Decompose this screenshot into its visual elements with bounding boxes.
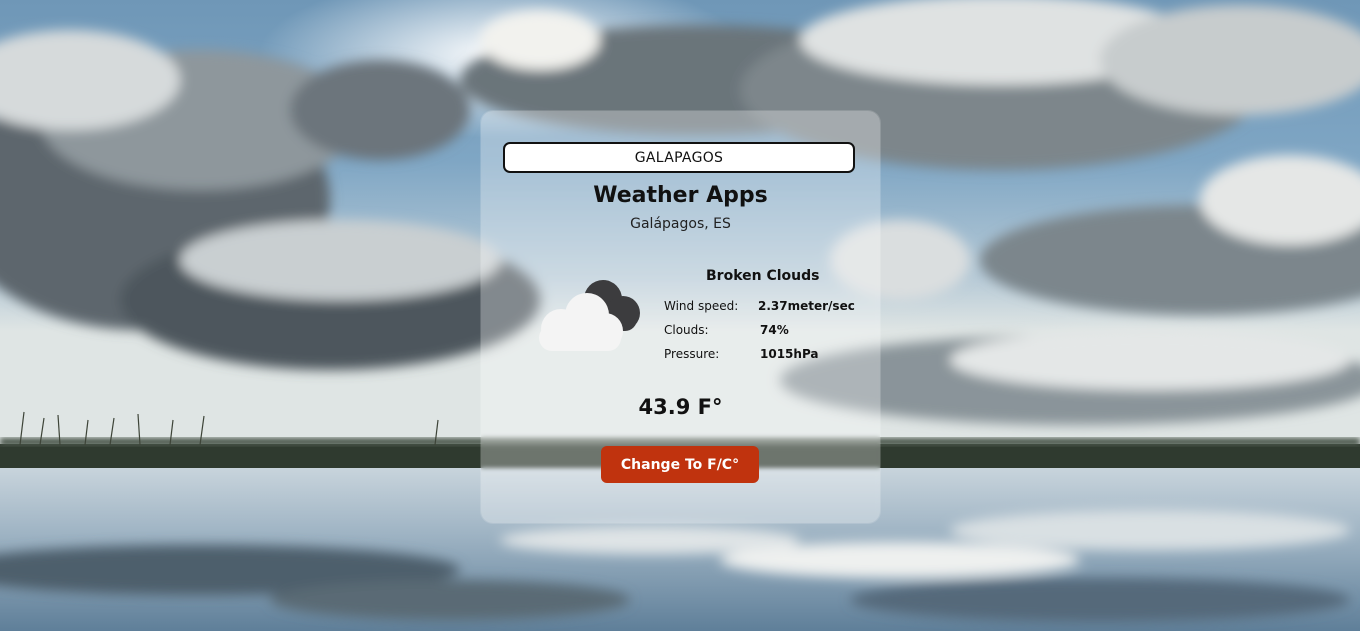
stat-value: 2.37meter/sec [758,299,855,313]
stat-row-pressure: Pressure: 1015hPa [664,347,819,361]
stat-row-wind: Wind speed: 2.37meter/sec [664,299,855,313]
temperature-display: 43.9 F° [638,395,723,419]
stat-label: Clouds: [664,323,709,337]
weather-description: Broken Clouds [706,268,820,284]
app-title: Weather Apps [593,183,768,208]
stat-value: 74% [760,323,789,337]
broken-clouds-icon [539,280,640,351]
unit-toggle-button[interactable]: Change To F/C° [601,446,759,483]
stat-label: Wind speed: [664,299,739,313]
city-search-input[interactable] [503,142,855,173]
stat-value: 1015hPa [760,347,819,361]
stat-label: Pressure: [664,347,720,361]
stat-row-clouds: Clouds: 74% [664,323,789,337]
weather-card: Weather Apps Galápagos, ES Broken Clouds… [481,111,880,523]
location-label: Galápagos, ES [630,216,731,232]
